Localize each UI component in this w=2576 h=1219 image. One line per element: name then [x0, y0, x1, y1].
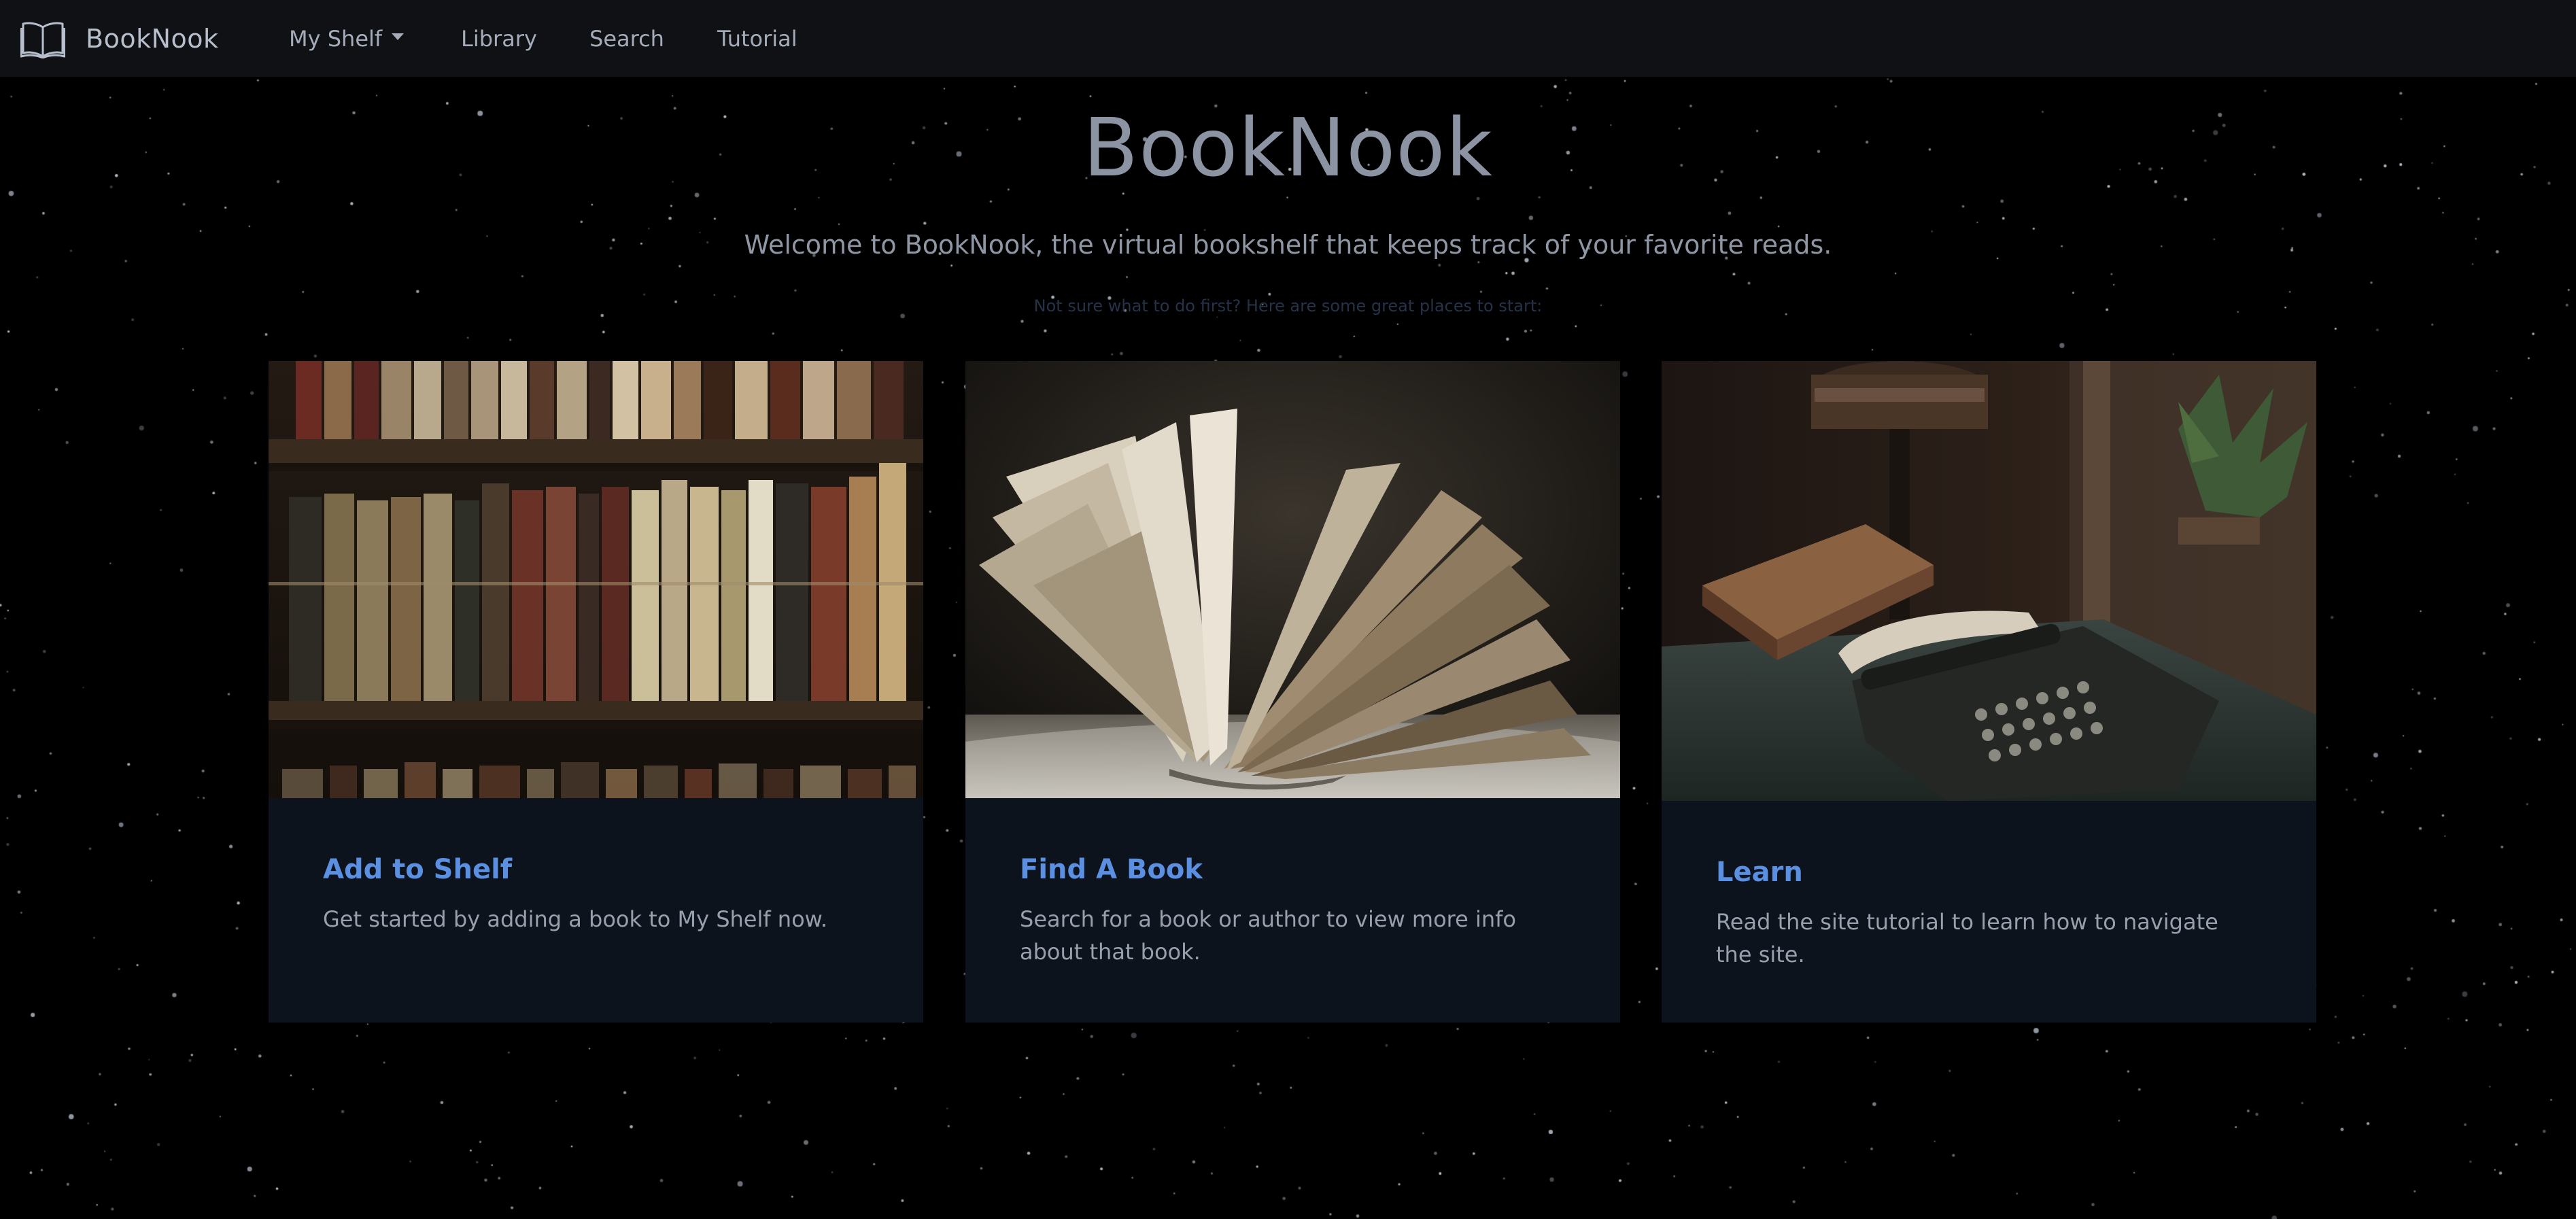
open-book-icon — [20, 22, 65, 58]
card-description: Get started by adding a book to My Shelf… — [323, 906, 828, 932]
antique-books-on-shelf-image — [269, 361, 923, 798]
vintage-typewriter-and-lamp-image — [1662, 361, 2316, 801]
nav-library[interactable]: Library — [461, 0, 537, 77]
learn-link[interactable]: Learn — [1716, 857, 1803, 888]
nav-search[interactable]: Search — [589, 0, 664, 77]
page-title: BookNook — [1083, 101, 1493, 194]
nav-item-label: Library — [461, 25, 537, 52]
top-navbar: BookNook My Shelf Library Search Tutoria… — [0, 0, 2576, 77]
nav-my-shelf-dropdown[interactable]: My Shelf — [289, 0, 405, 77]
nav-item-label: My Shelf — [289, 25, 383, 52]
nav-item-label: Search — [589, 25, 664, 52]
brand-link[interactable]: BookNook — [20, 19, 219, 58]
open-book-pages-image — [965, 361, 1620, 798]
add-to-shelf-link[interactable]: Add to Shelf — [323, 854, 512, 885]
card-learn: Learn Read the site tutorial to learn ho… — [1662, 361, 2316, 1023]
welcome-lead: Welcome to BookNook, the virtual bookshe… — [744, 230, 1832, 260]
card-description: Read the site tutorial to learn how to n… — [1716, 909, 2218, 967]
getting-started-hint: Not sure what to do first? Here are some… — [1033, 296, 1543, 315]
brand-name: BookNook — [86, 24, 219, 54]
card-find-a-book: Find A Book Search for a book or author … — [965, 361, 1620, 1023]
card-add-to-shelf: Add to Shelf Get started by adding a boo… — [269, 361, 923, 1023]
find-a-book-link[interactable]: Find A Book — [1020, 854, 1203, 885]
nav-tutorial[interactable]: Tutorial — [717, 0, 797, 77]
card-description: Search for a book or author to view more… — [1020, 906, 1516, 965]
nav-item-label: Tutorial — [717, 25, 797, 52]
caret-down-icon — [392, 33, 405, 40]
